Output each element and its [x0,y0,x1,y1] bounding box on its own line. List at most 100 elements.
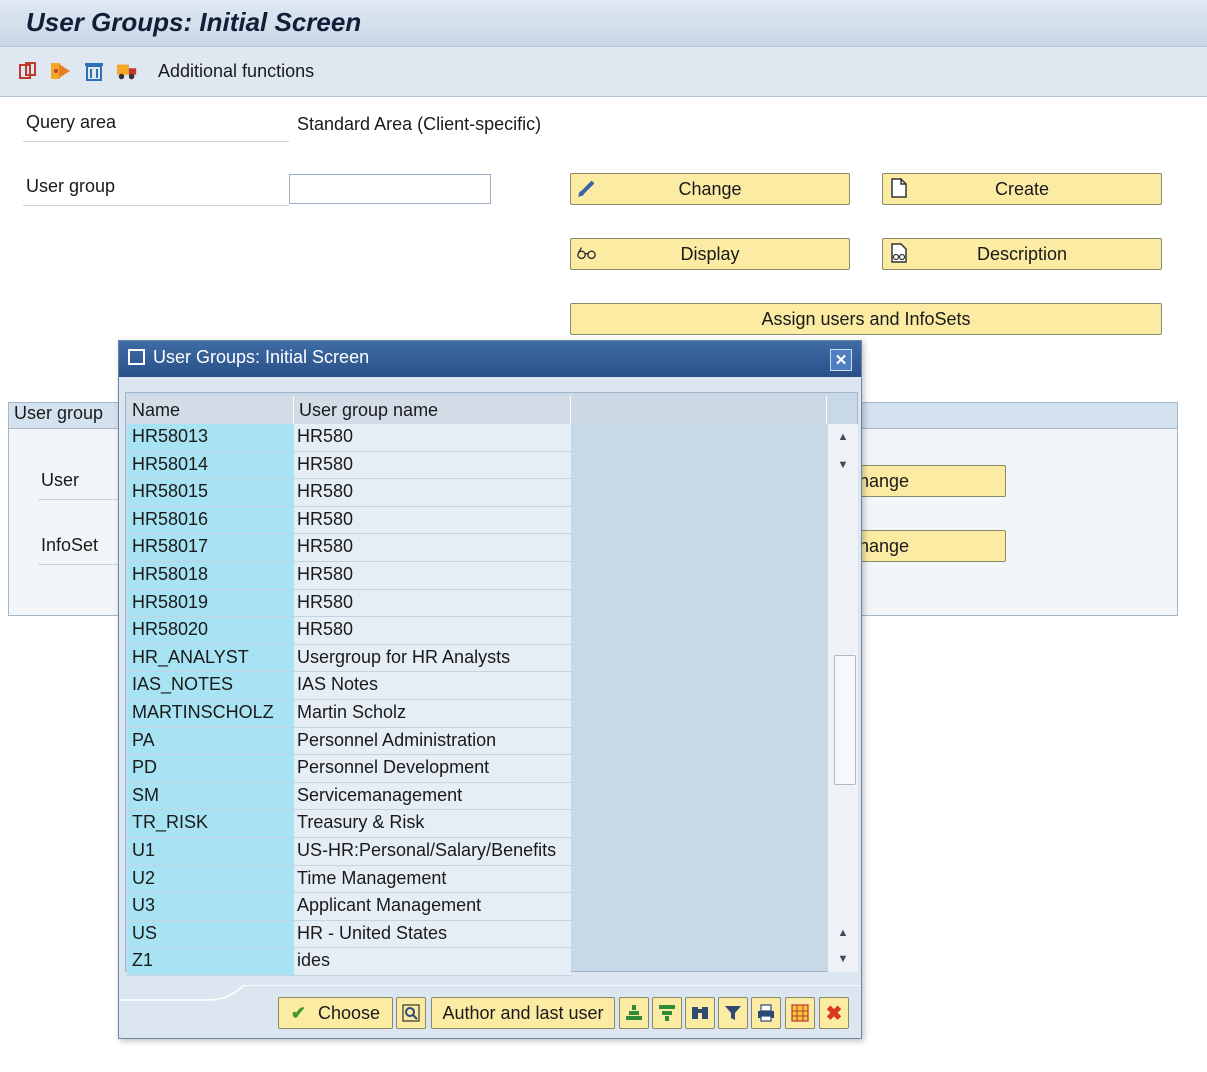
cell-user-group-name[interactable]: ides [294,948,571,975]
glasses-icon [577,243,597,263]
cell-name[interactable]: HR58017 [127,534,294,561]
cell-user-group-name[interactable]: Treasury & Risk [294,810,571,837]
print-icon[interactable] [751,997,781,1029]
scroll-down-icon[interactable]: ▼ [836,458,850,472]
additional-functions-menu[interactable]: Additional functions [158,61,314,82]
cell-user-group-name[interactable]: HR580 [294,479,571,506]
table-row[interactable]: SM Servicemanagement [127,782,572,811]
cell-user-group-name[interactable]: HR - United States [294,920,571,948]
display-button[interactable]: Display [570,238,850,270]
cell-name[interactable]: US [127,920,294,948]
cell-user-group-name[interactable]: HR580 [294,506,571,534]
sort-ascending-icon[interactable] [619,997,649,1029]
table-row[interactable]: MARTINSCHOLZ Martin Scholz [127,699,572,728]
vertical-scrollbar[interactable]: ▲ ▼ ▲ ▼ [828,424,858,972]
table-row[interactable]: HR58015 HR580 [127,479,572,507]
cancel-icon[interactable]: ✖ [819,997,849,1029]
cell-user-group-name[interactable]: US-HR:Personal/Salary/Benefits [294,837,571,865]
choose-button[interactable]: ✔ Choose [278,997,393,1029]
cell-user-group-name[interactable]: Personnel Administration [294,727,571,755]
table-row[interactable]: U3 Applicant Management [127,893,572,921]
cell-user-group-name[interactable]: HR580 [294,617,571,644]
cell-name[interactable]: HR58014 [127,451,294,479]
new-document-icon [889,178,909,198]
table-row[interactable]: IAS_NOTES IAS Notes [127,672,572,700]
cell-name[interactable]: HR58018 [127,561,294,589]
layout-grid-icon[interactable] [785,997,815,1029]
cell-user-group-name[interactable]: HR580 [294,424,571,451]
cell-name[interactable]: PA [127,727,294,755]
cell-name[interactable]: MARTINSCHOLZ [127,699,294,727]
table-row[interactable]: U1 US-HR:Personal/Salary/Benefits [127,837,572,866]
execute-icon[interactable] [50,60,72,82]
cell-user-group-name[interactable]: Servicemanagement [294,782,571,810]
cell-user-group-name[interactable]: Usergroup for HR Analysts [294,644,571,672]
table-row[interactable]: U2 Time Management [127,865,572,894]
table-row[interactable]: HR58019 HR580 [127,589,572,618]
application-toolbar: Additional functions [0,47,1207,97]
page-down-icon[interactable]: ▼ [836,952,850,966]
sort-descending-icon[interactable] [652,997,682,1029]
assign-users-infosets-button[interactable]: Assign users and InfoSets [570,303,1162,335]
table-row[interactable]: US HR - United States [127,920,572,949]
table-row[interactable]: HR58017 HR580 [127,534,572,562]
table-row[interactable]: HR58014 HR580 [127,451,572,480]
cell-user-group-name[interactable]: HR580 [294,561,571,589]
cell-user-group-name[interactable]: Martin Scholz [294,699,571,727]
page-title: User Groups: Initial Screen [26,7,362,37]
description-button-label: Description [976,243,1068,264]
cell-name[interactable]: HR58020 [127,617,294,644]
cell-name[interactable]: HR58015 [127,479,294,506]
filter-icon[interactable] [718,997,748,1029]
create-button[interactable]: Create [882,173,1162,205]
cell-name[interactable]: HR58019 [127,589,294,617]
cell-user-group-name[interactable]: Applicant Management [294,893,571,920]
cell-name[interactable]: Z1 [127,948,294,975]
cell-user-group-name[interactable]: HR580 [294,534,571,561]
table-row[interactable]: HR58018 HR580 [127,561,572,590]
change-button[interactable]: Change [570,173,850,205]
cell-user-group-name[interactable]: HR580 [294,451,571,479]
author-last-user-button[interactable]: Author and last user [431,997,615,1029]
column-header-user-group-name[interactable]: User group name [294,396,571,424]
table-row[interactable]: HR58013 HR580 [127,424,572,452]
scroll-up-icon[interactable]: ▲ [836,430,850,444]
scrollbar-thumb[interactable] [834,655,856,785]
change-user-button[interactable]: hange [840,465,1006,497]
cell-name[interactable]: HR_ANALYST [127,644,294,672]
search-icon[interactable] [396,997,426,1029]
cell-name[interactable]: SM [127,782,294,810]
cell-name[interactable]: U3 [127,893,294,920]
table-row[interactable]: PA Personnel Administration [127,727,572,756]
delete-icon[interactable] [83,60,105,82]
table-row[interactable]: PD Personnel Development [127,755,572,783]
table-row[interactable]: HR58016 HR580 [127,506,572,535]
pencil-icon [577,178,597,198]
cell-user-group-name[interactable]: HR580 [294,589,571,617]
page-up-icon[interactable]: ▲ [836,926,850,940]
find-icon[interactable] [685,997,715,1029]
table-row[interactable]: HR58020 HR580 [127,617,572,645]
transport-icon[interactable] [116,60,138,82]
close-icon[interactable]: ✕ [830,349,852,371]
table-row[interactable]: TR_RISK Treasury & Risk [127,810,572,838]
table-row[interactable]: Z1 ides [127,948,572,976]
cell-user-group-name[interactable]: Personnel Development [294,755,571,782]
cell-name[interactable]: IAS_NOTES [127,672,294,699]
user-group-input[interactable] [289,174,491,204]
cell-user-group-name[interactable]: IAS Notes [294,672,571,699]
author-last-user-label: Author and last user [442,1002,604,1023]
cell-name[interactable]: U1 [127,837,294,865]
description-button[interactable]: Description [882,238,1162,270]
table-row[interactable]: HR_ANALYST Usergroup for HR Analysts [127,644,572,673]
column-header-name[interactable]: Name [127,396,294,424]
cell-name[interactable]: HR58016 [127,506,294,534]
change-infoset-button[interactable]: hange [840,530,1006,562]
copy-icon[interactable] [17,60,39,82]
cell-name[interactable]: U2 [127,865,294,893]
cell-user-group-name[interactable]: Time Management [294,865,571,893]
cell-name[interactable]: TR_RISK [127,810,294,837]
cell-name[interactable]: PD [127,755,294,782]
infoset-label: InfoSet [38,535,128,565]
cell-name[interactable]: HR58013 [127,424,294,451]
